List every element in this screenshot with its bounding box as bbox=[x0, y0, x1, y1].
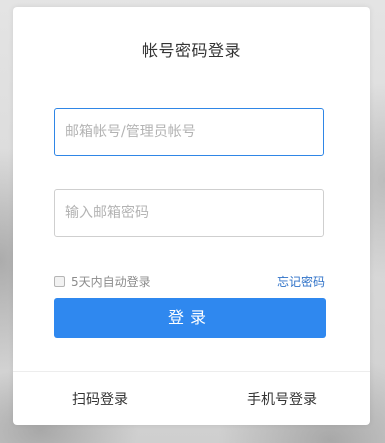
remember-me-toggle[interactable]: 5天内自动登录 bbox=[54, 273, 151, 290]
login-button[interactable]: 登录 bbox=[54, 298, 326, 338]
scan-login-link[interactable]: 扫码登录 bbox=[72, 389, 128, 409]
forgot-password-link[interactable]: 忘记密码 bbox=[277, 273, 325, 290]
password-field[interactable] bbox=[54, 189, 324, 237]
password-input[interactable] bbox=[55, 190, 323, 236]
login-panel: 帐号密码登录 5天内自动登录 忘记密码 登录 扫码登录 手机号登录 bbox=[13, 7, 370, 425]
account-input[interactable] bbox=[55, 109, 323, 155]
login-title: 帐号密码登录 bbox=[141, 41, 241, 60]
remember-me-label: 5天内自动登录 bbox=[71, 275, 151, 289]
phone-login-link[interactable]: 手机号登录 bbox=[247, 389, 317, 409]
remember-me-checkbox[interactable] bbox=[54, 276, 65, 287]
footer-divider bbox=[13, 371, 370, 372]
login-options-row: 5天内自动登录 忘记密码 bbox=[54, 273, 325, 289]
account-field[interactable] bbox=[54, 108, 324, 156]
